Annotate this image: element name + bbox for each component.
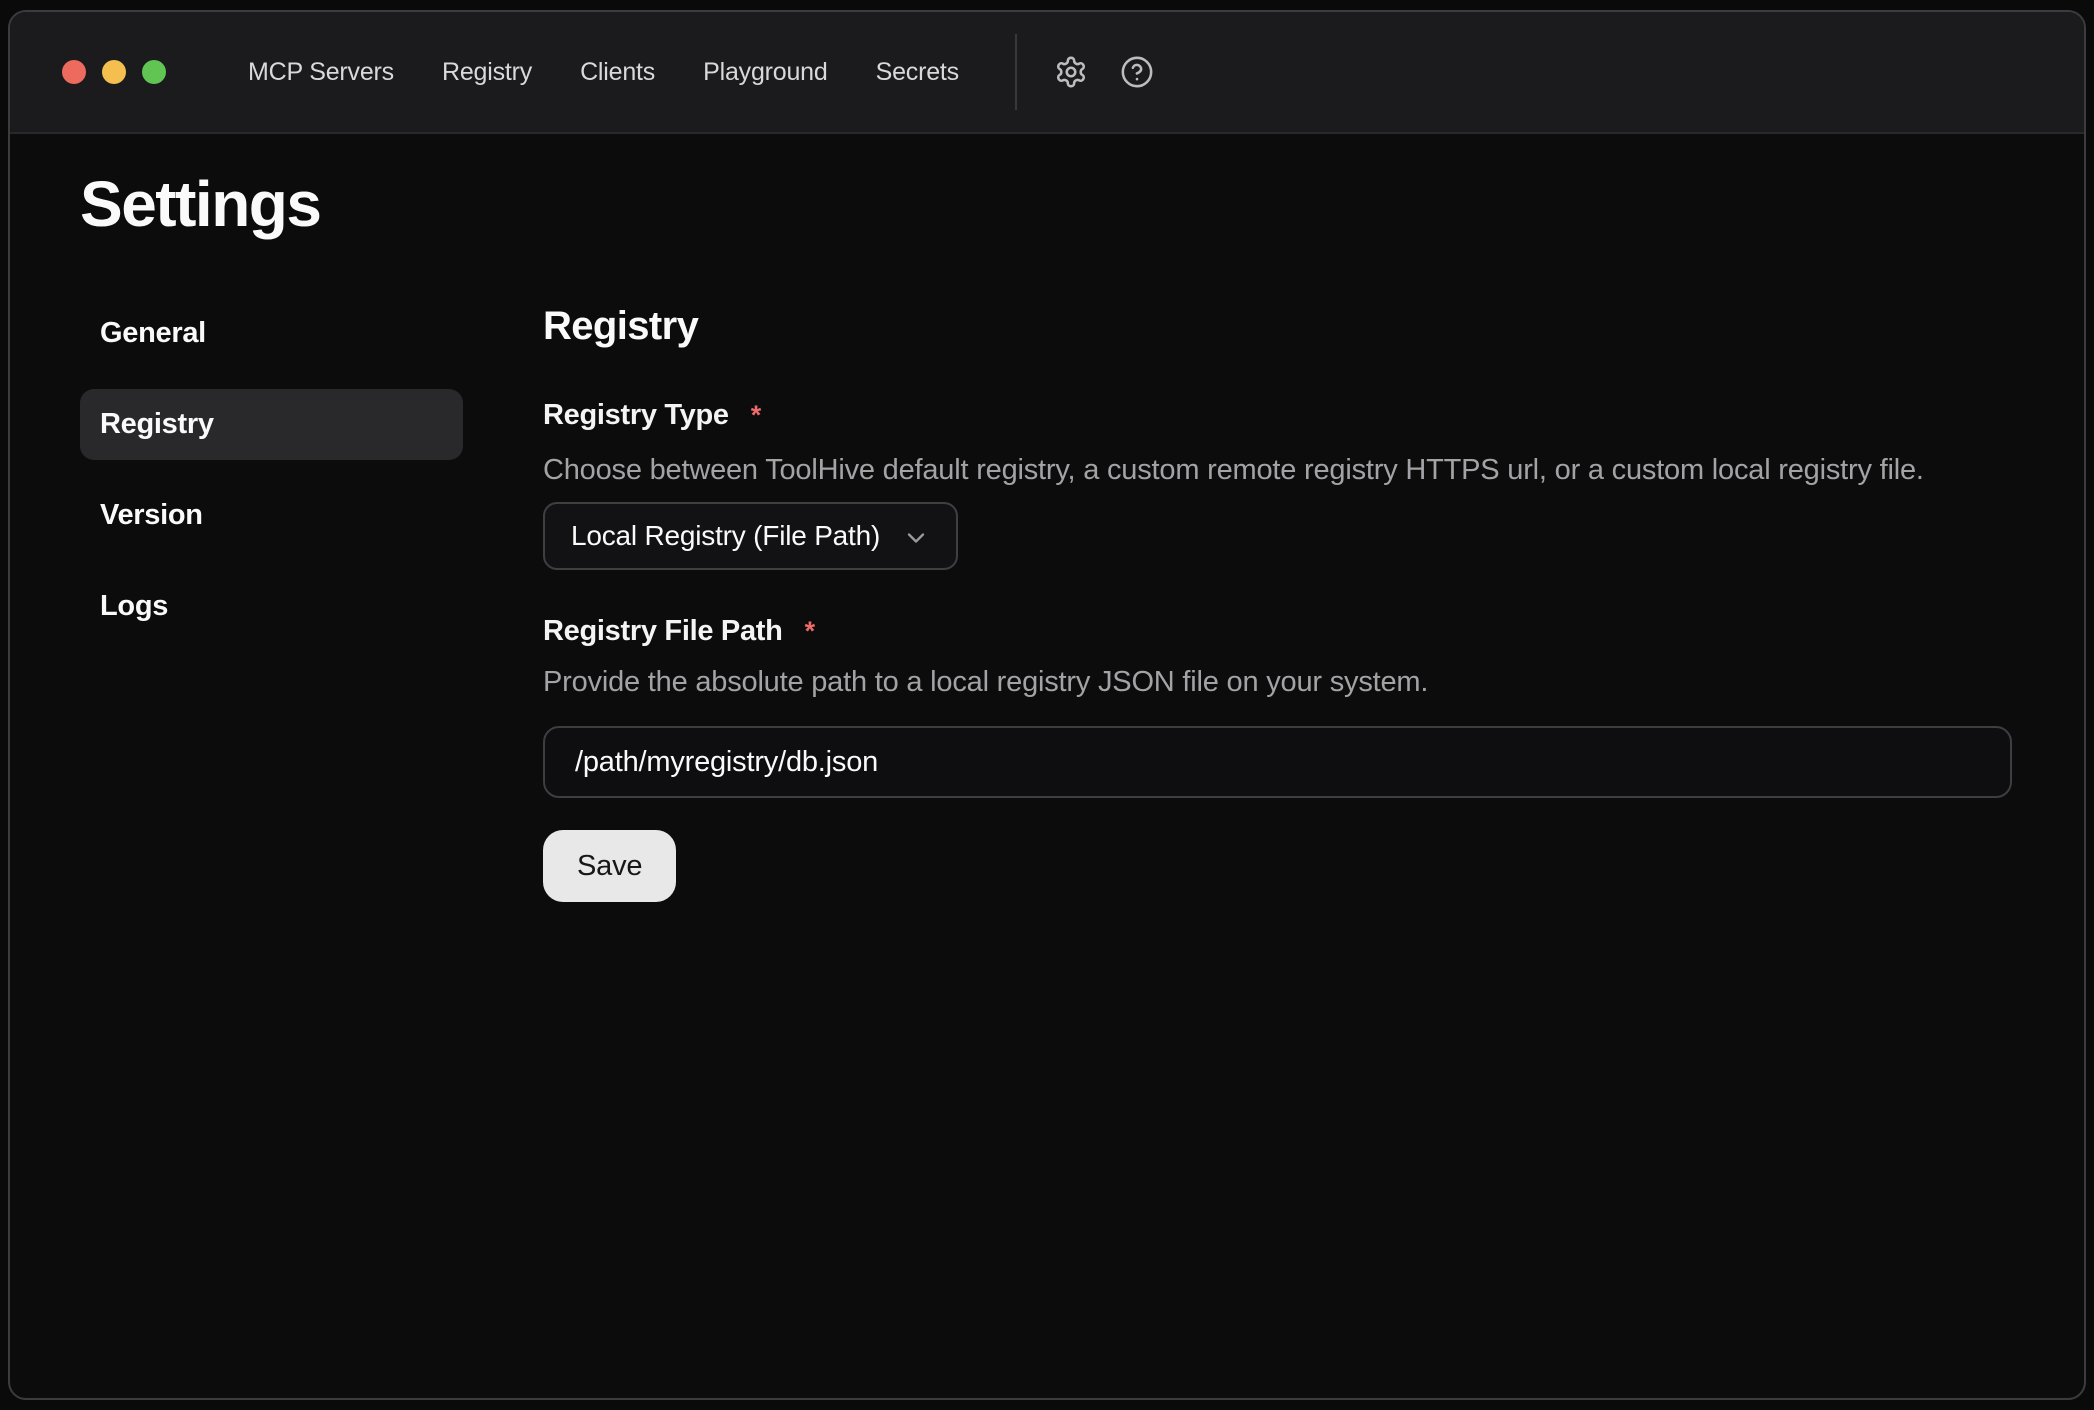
- page-title: Settings: [80, 166, 2012, 242]
- sidebar-item-version[interactable]: Version: [80, 480, 463, 551]
- settings-page: Settings General Registry Version Logs R…: [10, 134, 2084, 902]
- main-nav: MCP Servers Registry Clients Playground …: [248, 58, 959, 87]
- registry-type-label: Registry Type *: [543, 398, 2012, 433]
- app-window: MCP Servers Registry Clients Playground …: [8, 10, 2086, 1400]
- registry-type-selected-option: Local Registry (File Path): [571, 520, 880, 552]
- gear-icon: [1054, 55, 1088, 89]
- registry-file-path-label-text: Registry File Path: [543, 614, 783, 649]
- nav-playground[interactable]: Playground: [703, 58, 827, 87]
- settings-layout: General Registry Version Logs Registry R…: [80, 298, 2012, 902]
- zoom-button[interactable]: [142, 60, 166, 84]
- nav-registry[interactable]: Registry: [442, 58, 532, 87]
- save-button[interactable]: Save: [543, 830, 676, 902]
- nav-mcp-servers[interactable]: MCP Servers: [248, 58, 394, 87]
- panel-heading: Registry: [543, 302, 2012, 350]
- registry-file-path-input[interactable]: [543, 726, 2012, 798]
- sidebar-item-logs[interactable]: Logs: [80, 571, 463, 642]
- required-asterisk: *: [805, 614, 815, 649]
- registry-type-label-text: Registry Type: [543, 398, 729, 433]
- registry-type-field: Registry Type * Choose between ToolHive …: [543, 398, 2012, 570]
- desktop-background: MCP Servers Registry Clients Playground …: [0, 0, 2094, 1410]
- nav-clients[interactable]: Clients: [580, 58, 655, 87]
- close-button[interactable]: [62, 60, 86, 84]
- sidebar-item-registry[interactable]: Registry: [80, 389, 463, 460]
- registry-file-path-label: Registry File Path *: [543, 614, 2012, 649]
- minimize-button[interactable]: [102, 60, 126, 84]
- window-controls: [10, 60, 166, 84]
- registry-file-path-description: Provide the absolute path to a local reg…: [543, 665, 2012, 700]
- chevron-down-icon: [902, 524, 930, 552]
- settings-gear-button[interactable]: [1053, 54, 1089, 90]
- nav-secrets[interactable]: Secrets: [876, 58, 959, 87]
- registry-type-select[interactable]: Local Registry (File Path): [543, 502, 958, 570]
- registry-type-description: Choose between ToolHive default registry…: [543, 453, 2012, 488]
- registry-file-path-field: Registry File Path * Provide the absolut…: [543, 614, 2012, 798]
- required-asterisk: *: [751, 398, 761, 433]
- titlebar-divider: [1015, 34, 1017, 110]
- sidebar-item-general[interactable]: General: [80, 298, 463, 369]
- registry-settings-panel: Registry Registry Type * Choose between …: [543, 298, 2012, 902]
- titlebar: MCP Servers Registry Clients Playground …: [10, 12, 2084, 134]
- help-button[interactable]: [1119, 54, 1155, 90]
- settings-sidebar: General Registry Version Logs: [80, 298, 463, 642]
- help-circle-icon: [1120, 55, 1154, 89]
